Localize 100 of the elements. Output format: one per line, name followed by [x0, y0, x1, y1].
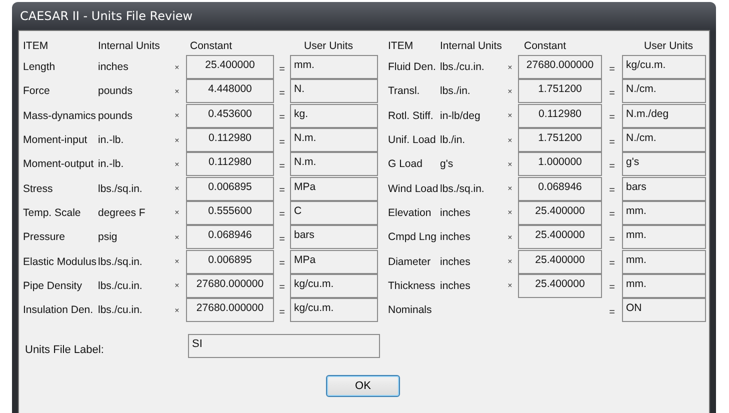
internal-unit: inches [440, 231, 470, 244]
column-header: User Units [643, 40, 694, 52]
column-header: Constant [523, 40, 568, 52]
user-unit-field[interactable]: kg/cu.m. [290, 298, 378, 322]
user-unit-field[interactable]: kg/cu.m. [290, 274, 378, 298]
constant-field[interactable]: 0.068946 [186, 225, 274, 250]
column-header: Constant [189, 40, 234, 52]
times-sign: × [508, 257, 512, 266]
constant-field[interactable]: 27680.000000 [186, 274, 274, 298]
item-label: Insulation Den. [23, 304, 94, 316]
times-sign: × [174, 184, 180, 194]
user-unit-field[interactable]: N.m./deg [622, 104, 706, 128]
user-unit-field[interactable]: g's [622, 152, 706, 176]
constant-field[interactable]: 0.555600 [186, 200, 274, 225]
times-sign: × [508, 281, 512, 290]
internal-unit: lbs./in. [440, 85, 470, 98]
internal-unit: lbs./cu.in. [98, 280, 142, 292]
internal-unit: lbs./cu.in. [98, 304, 142, 316]
user-unit-field[interactable]: MPa [290, 250, 378, 274]
constant-field[interactable]: 0.112980 [186, 152, 274, 176]
times-sign: × [508, 62, 512, 72]
item-label: Wind Load [388, 182, 440, 195]
constant-field[interactable]: 25.400000 [518, 274, 602, 298]
user-unit-field[interactable]: mm. [622, 200, 706, 225]
user-unit-field[interactable]: bars [622, 176, 706, 201]
user-unit-field[interactable]: MPa [290, 176, 378, 201]
item-label: Transl. [388, 85, 421, 98]
user-unit-field[interactable]: N./cm. [622, 79, 706, 104]
equals-sign: = [279, 282, 285, 294]
ok-button[interactable]: OK [326, 375, 400, 398]
equals-sign: = [609, 160, 615, 172]
user-unit-field[interactable]: kg/cu.m. [622, 55, 706, 80]
constant-field[interactable]: 25.400000 [518, 225, 602, 250]
equals-sign: = [279, 88, 285, 99]
user-unit-field[interactable]: N.m. [290, 152, 378, 176]
constant-field[interactable]: 1.751200 [518, 79, 602, 104]
user-unit-field[interactable]: mm. [622, 274, 706, 298]
label-field[interactable]: SI [188, 334, 380, 358]
user-unit-field[interactable]: N.m. [290, 128, 378, 152]
internal-unit: g's [440, 158, 454, 170]
internal-unit: lbs./sq.in. [98, 256, 142, 268]
item-label: Temp. Scale [23, 206, 82, 219]
times-sign: × [174, 136, 180, 145]
user-unit-field[interactable]: mm. [622, 225, 706, 250]
constant-field[interactable]: 0.453600 [186, 104, 274, 128]
item-label: Rotl. Stiff. [388, 110, 434, 122]
times-sign: × [174, 306, 180, 315]
constant-field[interactable]: 1.000000 [518, 152, 602, 176]
item-label: Length [23, 61, 56, 74]
user-unit-field[interactable]: C [290, 200, 378, 225]
user-unit-field[interactable]: ON [622, 298, 706, 322]
times-sign: × [174, 111, 180, 120]
times-sign: × [508, 208, 512, 218]
user-unit-field[interactable]: mm. [290, 55, 378, 80]
times-sign: × [174, 281, 180, 290]
constant-field[interactable]: 25.400000 [518, 200, 602, 225]
item-label: Stress [23, 182, 54, 195]
equals-sign: = [609, 282, 615, 294]
internal-unit: pounds [98, 85, 132, 98]
internal-unit: lbs./sq.in. [440, 182, 484, 195]
equals-sign: = [609, 258, 615, 270]
constant-field[interactable]: 0.112980 [186, 128, 274, 152]
constant-field[interactable]: 4.448000 [186, 79, 274, 104]
units-file-label: Units File Label: [24, 343, 105, 356]
constant-field[interactable]: 0.112980 [518, 104, 602, 128]
user-unit-field[interactable]: N./cm. [622, 128, 706, 152]
internal-unit: pounds [98, 110, 132, 122]
equals-sign: = [279, 306, 285, 318]
column-header: Internal Units [440, 40, 502, 52]
constant-field[interactable]: 25.400000 [186, 55, 274, 80]
item-label: Diameter [388, 256, 432, 268]
equals-sign: = [279, 64, 285, 75]
times-sign: × [174, 160, 180, 169]
times-sign: × [508, 160, 512, 169]
item-label: Moment-output [23, 158, 95, 170]
internal-unit: in.-lb. [98, 158, 124, 170]
user-unit-field[interactable]: kg. [290, 104, 378, 128]
constant-field[interactable]: 0.006895 [186, 250, 274, 274]
constant-field[interactable]: 27680.000000 [186, 298, 274, 322]
equals-sign: = [609, 209, 615, 220]
internal-unit: inches [440, 256, 470, 268]
user-unit-field[interactable]: mm. [622, 250, 706, 274]
internal-unit: lb./in. [440, 134, 466, 146]
user-unit-field[interactable]: bars [290, 225, 378, 250]
constant-field[interactable]: 0.068946 [518, 176, 602, 201]
times-sign: × [174, 62, 180, 72]
item-label: Mass-dynamics [23, 110, 97, 122]
constant-field[interactable]: 27680.000000 [518, 55, 602, 80]
constant-field[interactable]: 1.751200 [518, 128, 602, 152]
equals-sign: = [279, 136, 285, 148]
constant-field[interactable]: 25.400000 [518, 250, 602, 274]
user-unit-field[interactable]: N. [290, 79, 378, 104]
constant-field[interactable]: 0.006895 [186, 176, 274, 201]
column-header: User Units [303, 40, 354, 52]
equals-sign: = [609, 88, 615, 99]
equals-sign: = [279, 258, 285, 270]
item-label: Unif. Load [388, 134, 437, 146]
internal-unit: psig [98, 231, 118, 244]
equals-sign: = [279, 112, 285, 124]
internal-unit: inches [440, 206, 470, 219]
